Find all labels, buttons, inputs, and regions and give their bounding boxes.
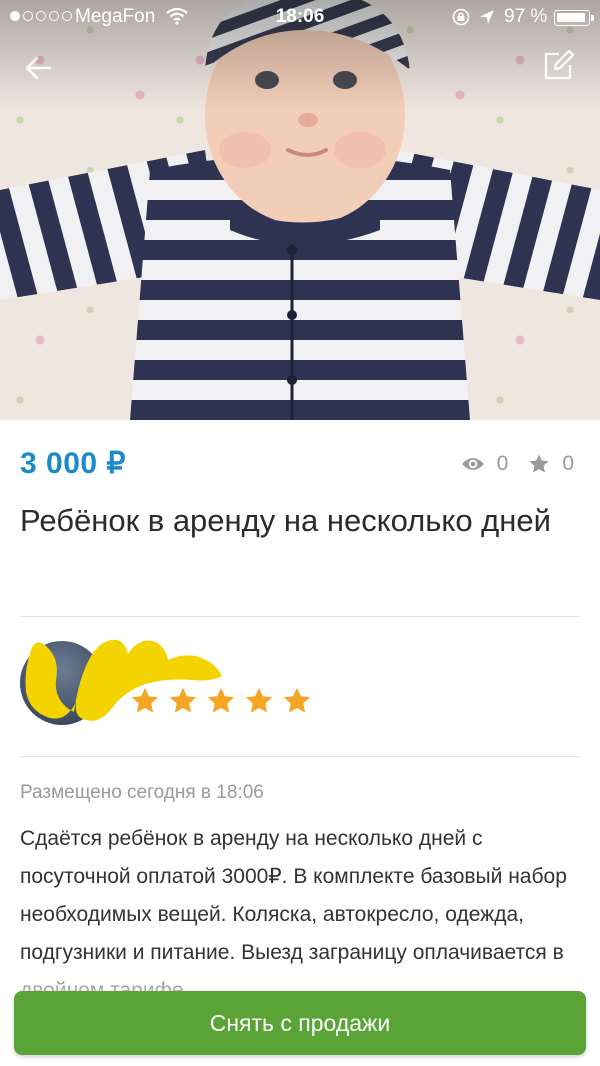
favorites-counter: 0 [528, 452, 574, 476]
star-icon [283, 687, 311, 713]
back-arrow-icon [25, 56, 52, 80]
star-icon [169, 687, 197, 713]
battery-icon [554, 10, 594, 26]
star-icon [207, 687, 235, 713]
edit-button[interactable] [538, 46, 578, 86]
seller-profile[interactable] [20, 638, 580, 734]
posted-date: Размещено сегодня в 18:06 [20, 782, 264, 803]
listing-price: 3 000 ₽ [20, 447, 126, 480]
divider [20, 756, 580, 757]
edit-icon [544, 49, 575, 80]
views-counter: 0 [461, 452, 509, 476]
divider [20, 616, 580, 617]
status-bar: MegaFon 18:06 97 % [0, 0, 600, 34]
back-button[interactable] [18, 50, 58, 86]
star-icon [529, 454, 549, 473]
views-count: 0 [496, 452, 509, 475]
star-icon [131, 687, 159, 713]
listing-title: Ребёнок в аренду на несколько дней [20, 503, 551, 538]
listing-stats: 0 0 [461, 452, 574, 476]
rotation-lock-icon [452, 8, 470, 26]
favorites-count: 0 [562, 452, 574, 475]
battery-percentage: 97 % [504, 6, 548, 27]
seller-rating [130, 686, 312, 716]
eye-icon [461, 458, 484, 470]
listing-photo[interactable] [0, 0, 600, 420]
unpublish-button[interactable]: Снять с продажи [14, 991, 586, 1055]
location-arrow-icon [480, 10, 494, 24]
star-icon [245, 687, 273, 713]
